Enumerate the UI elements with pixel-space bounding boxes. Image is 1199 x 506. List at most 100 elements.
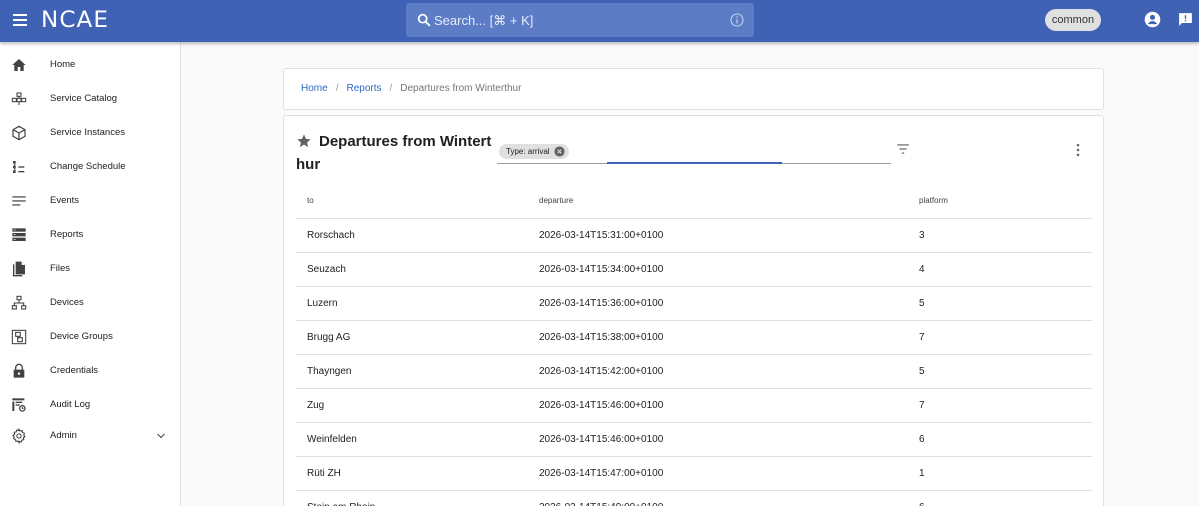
account-icon[interactable] bbox=[1144, 11, 1161, 28]
lock-icon bbox=[13, 363, 25, 378]
cell-platform: 7 bbox=[908, 320, 1092, 355]
sidebar-item-label: Device Groups bbox=[50, 331, 113, 342]
search-icon bbox=[417, 13, 431, 27]
app-logo[interactable]: NCAE bbox=[41, 8, 109, 33]
sidebar-item-label: Audit Log bbox=[50, 399, 91, 410]
feedback-icon[interactable] bbox=[1177, 11, 1194, 28]
filter-chip-label: Type: arrival bbox=[506, 147, 550, 156]
table-header-row: to departure platform bbox=[296, 184, 1092, 219]
table-row[interactable]: Stein am Rhein2026-03-14T15:49:00+01006 bbox=[296, 490, 1092, 506]
cell-to: Zug bbox=[296, 388, 528, 423]
sidebar-item-label: Reports bbox=[50, 229, 84, 240]
cell-platform: 4 bbox=[908, 252, 1092, 287]
cell-departure: 2026-03-14T15:47:00+0100 bbox=[528, 456, 908, 491]
cell-platform: 5 bbox=[908, 354, 1092, 389]
filter-bar: Type: arrival bbox=[497, 142, 891, 164]
sidebar-item-label: Home bbox=[50, 59, 76, 70]
column-header-to[interactable]: to bbox=[296, 184, 528, 219]
cell-to: Thayngen bbox=[296, 354, 528, 389]
sidebar-item-label: Admin bbox=[50, 430, 77, 441]
info-icon[interactable] bbox=[729, 12, 745, 28]
sidebar-item-label: Files bbox=[50, 263, 71, 274]
sidebar-item-label: Service Instances bbox=[50, 127, 125, 138]
sidebar-item-label: Devices bbox=[50, 297, 84, 308]
cell-departure: 2026-03-14T15:36:00+0100 bbox=[528, 286, 908, 321]
cell-departure: 2026-03-14T15:46:00+0100 bbox=[528, 422, 908, 457]
breadcrumb-separator: / bbox=[389, 83, 393, 94]
schedule-icon bbox=[13, 161, 25, 173]
sidebar-item-reports[interactable]: Reports bbox=[0, 219, 180, 253]
menu-icon[interactable] bbox=[11, 11, 29, 31]
breadcrumb-reports-link[interactable]: Reports bbox=[346, 83, 381, 94]
search-placeholder: Search... [⌘ + K] bbox=[434, 13, 534, 28]
sidebar-item-service-instances[interactable]: Service Instances bbox=[0, 117, 180, 151]
table-row[interactable]: Thayngen 2026-03-14T15:42:00+0100 5 bbox=[296, 354, 1092, 389]
cell-to: Weinfelden bbox=[296, 422, 528, 457]
table-row[interactable]: Rorschach 2026-03-14T15:31:00+0100 3 bbox=[296, 218, 1092, 253]
sidebar-item-devices[interactable]: Devices bbox=[0, 287, 180, 321]
close-icon[interactable] bbox=[554, 146, 565, 157]
audit-log-icon bbox=[12, 398, 26, 412]
sidebar-item-credentials[interactable]: Credentials bbox=[0, 355, 180, 389]
cell-platform: 6 bbox=[908, 490, 1092, 506]
sidebar-item-label: Change Schedule bbox=[50, 161, 126, 172]
cell-to: Brugg AG bbox=[296, 320, 528, 355]
cell-platform: 6 bbox=[908, 422, 1092, 457]
catalog-icon bbox=[11, 92, 27, 105]
table-row[interactable]: Weinfelden 2026-03-14T15:46:00+0100 6 bbox=[296, 422, 1092, 457]
sidebar-item-admin[interactable]: Admin bbox=[0, 420, 180, 454]
home-icon bbox=[12, 59, 26, 71]
top-bar: NCAE Search... [⌘ + K] common bbox=[0, 0, 1199, 42]
table-row[interactable]: Rüti ZH 2026-03-14T15:47:00+0100 1 bbox=[296, 456, 1092, 491]
cell-departure: 2026-03-14T15:31:00+0100 bbox=[528, 218, 908, 253]
cell-to: Rüti ZH bbox=[296, 456, 528, 491]
sidebar-item-audit-log[interactable]: Audit Log bbox=[0, 389, 180, 423]
search-input[interactable]: Search... [⌘ + K] bbox=[406, 3, 754, 37]
sidebar: Home Service Catalog Service Instances C… bbox=[0, 42, 181, 506]
events-icon bbox=[12, 196, 26, 206]
filter-input[interactable] bbox=[607, 144, 782, 164]
sidebar-item-events[interactable]: Events bbox=[0, 185, 180, 219]
gear-icon bbox=[12, 428, 26, 444]
cube-icon bbox=[12, 125, 26, 141]
sidebar-item-label: Events bbox=[50, 195, 80, 206]
sidebar-item-change-schedule[interactable]: Change Schedule bbox=[0, 151, 180, 185]
column-header-departure[interactable]: departure bbox=[528, 184, 908, 219]
filter-icon[interactable] bbox=[896, 143, 910, 155]
sidebar-item-label: Service Catalog bbox=[50, 93, 118, 104]
breadcrumb-home-link[interactable]: Home bbox=[301, 83, 328, 94]
cell-departure: 2026-03-14T15:46:00+0100 bbox=[528, 388, 908, 423]
cell-departure: 2026-03-14T15:38:00+0100 bbox=[528, 320, 908, 355]
column-header-platform[interactable]: platform bbox=[908, 184, 1092, 219]
cell-platform: 5 bbox=[908, 286, 1092, 321]
breadcrumb-current: Departures from Winterthur bbox=[400, 83, 522, 94]
filter-chip[interactable]: Type: arrival bbox=[499, 144, 569, 159]
table-row[interactable]: Brugg AG 2026-03-14T15:38:00+0100 7 bbox=[296, 320, 1092, 355]
sidebar-item-home[interactable]: Home bbox=[0, 49, 180, 83]
breadcrumb: Home / Reports / Departures from Winterthur bbox=[283, 68, 1104, 110]
cell-to: Stein am Rhein bbox=[296, 490, 528, 506]
departures-table: to departure platform Rorschach 2026-03-1… bbox=[296, 184, 1092, 506]
cell-departure: 2026-03-14T15:49:00+0100 bbox=[528, 490, 908, 506]
table-row[interactable]: Seuzach 2026-03-14T15:34:00+0100 4 bbox=[296, 252, 1092, 287]
table-row[interactable]: Luzern 2026-03-14T15:36:00+0100 5 bbox=[296, 286, 1092, 321]
cell-to: Rorschach bbox=[296, 218, 528, 253]
reports-icon bbox=[12, 228, 26, 241]
sidebar-item-device-groups[interactable]: Device Groups bbox=[0, 321, 180, 355]
more-vert-icon[interactable] bbox=[1075, 143, 1081, 157]
namespace-chip[interactable]: common bbox=[1045, 9, 1101, 31]
sidebar-item-files[interactable]: Files bbox=[0, 253, 180, 287]
report-card: Departures from Winterthur Type: arrival… bbox=[283, 115, 1104, 506]
cell-departure: 2026-03-14T15:42:00+0100 bbox=[528, 354, 908, 389]
table-row[interactable]: Zug 2026-03-14T15:46:00+0100 7 bbox=[296, 388, 1092, 423]
cell-departure: 2026-03-14T15:34:00+0100 bbox=[528, 252, 908, 287]
cell-platform: 3 bbox=[908, 218, 1092, 253]
cell-platform: 1 bbox=[908, 456, 1092, 491]
sidebar-item-service-catalog[interactable]: Service Catalog bbox=[0, 83, 180, 117]
cell-to: Luzern bbox=[296, 286, 528, 321]
devices-icon bbox=[11, 295, 27, 310]
files-icon bbox=[13, 261, 25, 277]
page-title: Departures from Winterthur bbox=[296, 133, 492, 173]
chevron-down-icon[interactable] bbox=[155, 430, 167, 442]
cell-platform: 7 bbox=[908, 388, 1092, 423]
